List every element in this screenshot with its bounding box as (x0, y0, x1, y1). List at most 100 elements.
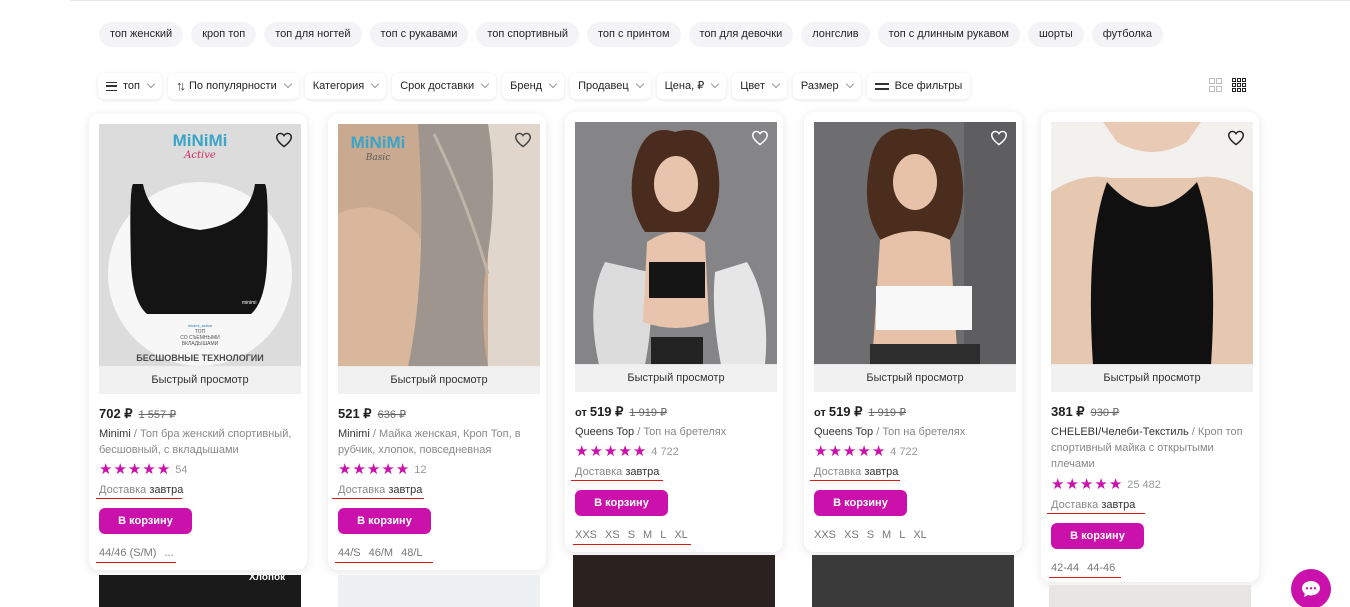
product-card[interactable]: MiNiMi Basic Быстрый просмотр 521 ₽ 636 ₽… (328, 114, 546, 570)
quick-view-button[interactable]: Быстрый просмотр (338, 366, 540, 394)
size-option[interactable]: 44/46 (S/M) (99, 547, 156, 559)
chip[interactable]: топ с длинным рукавом (877, 22, 1020, 47)
size-option[interactable]: L (899, 529, 905, 541)
size-option[interactable]: XL (913, 529, 926, 541)
chip[interactable]: топ с рукавами (369, 22, 469, 47)
chip[interactable]: лонгслив (801, 22, 870, 47)
underline-annotation (810, 480, 900, 481)
filter-label: Срок доставки (400, 80, 475, 92)
chip[interactable]: кроп топ (191, 22, 257, 47)
quick-view-button[interactable]: Быстрый просмотр (575, 364, 777, 392)
filter-seller[interactable]: Продавец (570, 73, 651, 99)
top-divider (70, 0, 1350, 1)
quick-view-button[interactable]: Быстрый просмотр (1051, 364, 1253, 392)
star-icon: ★ (828, 443, 842, 460)
quick-view-button[interactable]: Быстрый просмотр (814, 364, 1016, 392)
delivery-info: Доставка завтра (338, 484, 422, 496)
price: 702 ₽ 1 557 ₽ (99, 406, 176, 422)
filter-delivery-time[interactable]: Срок доставки (392, 73, 497, 99)
product-card[interactable]: MiNiMi Active minimi minimi_active ТОП С… (89, 114, 307, 570)
underline-annotation (1049, 577, 1121, 578)
heart-icon[interactable] (990, 130, 1008, 146)
heart-icon[interactable] (514, 132, 532, 148)
product-title[interactable]: Minimi / Майка женская, Кроп Топ, в рубч… (338, 426, 542, 458)
filter-brand[interactable]: Бренд (502, 73, 565, 99)
next-row-product-image[interactable] (1049, 585, 1251, 607)
rating-count: 4 722 (651, 446, 679, 458)
size-option[interactable]: XS (844, 529, 859, 541)
chip[interactable]: топ для девочки (688, 22, 794, 47)
delivery-info: Доставка завтра (1051, 499, 1135, 511)
add-to-cart-button[interactable]: В корзину (814, 490, 907, 516)
sort-label: По популярности (189, 80, 277, 92)
search-suggestion-chips: топ женский кроп топ топ для ногтей топ … (99, 22, 1163, 47)
next-row-product-image[interactable] (812, 555, 1014, 607)
size-option[interactable]: XXS (814, 529, 836, 541)
next-row-product-image[interactable] (338, 575, 540, 607)
product-title[interactable]: Queens Top / Топ на бретелях (814, 424, 1018, 440)
size-option[interactable]: XL (674, 529, 687, 541)
product-title[interactable]: Queens Top / Топ на бретелях (575, 424, 779, 440)
add-to-cart-button[interactable]: В корзину (575, 490, 668, 516)
filter-size[interactable]: Размер (792, 73, 861, 99)
size-option[interactable]: L (660, 529, 666, 541)
brand-name: Minimi (338, 428, 370, 440)
sort-dropdown[interactable]: ↑↓ По популярности (168, 73, 299, 99)
size-option[interactable]: XS (605, 529, 620, 541)
size-option[interactable]: 44-46 (1087, 562, 1115, 574)
product-image[interactable]: MiNiMi Basic (338, 124, 540, 367)
svg-text:Basic: Basic (365, 153, 391, 163)
old-price: 1 919 ₽ (629, 407, 668, 419)
filter-color[interactable]: Цвет (732, 73, 787, 99)
add-to-cart-button[interactable]: В корзину (338, 508, 431, 534)
size-option[interactable]: XXS (575, 529, 597, 541)
small-grid-icon[interactable] (1232, 78, 1246, 92)
underline-annotation (571, 480, 663, 481)
chevron-down-icon (635, 79, 644, 89)
product-card[interactable]: Быстрый просмотр от 519 ₽ 1 919 ₽ Queens T… (565, 112, 783, 552)
product-image[interactable] (1051, 122, 1253, 365)
size-option[interactable]: S (867, 529, 874, 541)
chip[interactable]: топ женский (99, 22, 184, 47)
chip[interactable]: топ с принтом (587, 22, 681, 47)
size-option[interactable]: 42-44 (1051, 562, 1079, 574)
size-option[interactable]: M (643, 529, 652, 541)
all-filters-button[interactable]: Все фильтры (866, 73, 971, 99)
chip[interactable]: футболка (1091, 22, 1163, 47)
filter-category[interactable]: Категория (304, 73, 387, 99)
chevron-down-icon (370, 79, 380, 89)
product-image[interactable] (814, 122, 1016, 365)
chip[interactable]: топ спортивный (476, 22, 580, 47)
category-path-filter[interactable]: топ (98, 73, 162, 99)
product-title[interactable]: CHELEBI/Челеби-Текстиль / Кроп топ спорт… (1051, 424, 1255, 472)
filter-price[interactable]: Цена, ₽ (656, 73, 727, 99)
product-card[interactable]: Быстрый просмотр 381 ₽ 930 ₽ CHELEBI/Челе… (1041, 112, 1259, 582)
product-title[interactable]: Minimi / Топ бра женский спортивный, бес… (99, 426, 303, 458)
size-option[interactable]: 44/S (338, 547, 361, 559)
product-image[interactable]: MiNiMi Active minimi minimi_active ТОП С… (99, 124, 301, 367)
chip[interactable]: топ для ногтей (264, 22, 362, 47)
heart-icon[interactable] (1227, 130, 1245, 146)
add-to-cart-button[interactable]: В корзину (99, 508, 192, 534)
quick-view-button[interactable]: Быстрый просмотр (99, 366, 301, 394)
size-option[interactable]: 46/M (369, 547, 393, 559)
product-image[interactable] (575, 122, 777, 365)
size-option[interactable]: M (882, 529, 891, 541)
size-option[interactable]: 48/L (401, 547, 422, 559)
chat-button[interactable] (1291, 569, 1331, 607)
current-price: 521 ₽ (338, 406, 372, 421)
product-card[interactable]: Быстрый просмотр от 519 ₽ 1 919 ₽ Queens T… (804, 112, 1022, 552)
more-sizes[interactable]: ... (164, 547, 173, 559)
heart-icon[interactable] (275, 132, 293, 148)
add-to-cart-button[interactable]: В корзину (1051, 523, 1144, 549)
product-photo-bra-black: MiNiMi Active minimi minimi_active ТОП С… (99, 124, 301, 367)
old-price: 636 ₽ (377, 409, 406, 421)
star-icon: ★ (338, 461, 352, 478)
heart-icon[interactable] (751, 130, 769, 146)
rating-count: 25 482 (1127, 479, 1161, 491)
next-row-product-image[interactable] (573, 555, 775, 607)
large-grid-icon[interactable] (1209, 78, 1222, 92)
size-option[interactable]: S (628, 529, 635, 541)
chip[interactable]: шорты (1027, 22, 1084, 47)
next-row-product-image[interactable]: Хлопок (99, 575, 301, 607)
